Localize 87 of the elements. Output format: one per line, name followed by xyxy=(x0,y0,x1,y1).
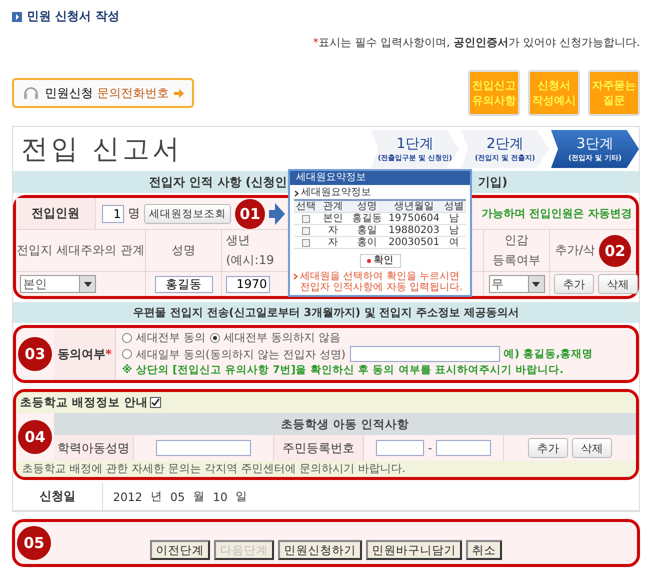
popup-column-header: 선택 xyxy=(296,202,316,212)
popup-checkbox[interactable] xyxy=(302,238,310,246)
column-header: 성명 xyxy=(146,230,222,271)
popup-cell: 본인 xyxy=(323,214,343,224)
id-back-field[interactable] xyxy=(436,440,492,456)
delete-button[interactable]: 삭제 xyxy=(572,438,612,458)
popup-checkbox[interactable] xyxy=(302,226,310,234)
step-marker: 01 xyxy=(235,198,265,228)
step-marker: 03 xyxy=(18,337,52,371)
child-name-field[interactable] xyxy=(156,440,251,456)
contact-button[interactable]: 민원신청 문의전화번호 xyxy=(12,78,194,108)
name-input-field[interactable] xyxy=(350,346,500,362)
date-value: 2012 년 05 월 10 일 xyxy=(112,488,248,506)
lookup-button[interactable]: 세대원정보조회 xyxy=(144,204,231,224)
field-label: 신청일 xyxy=(13,483,103,510)
birth-field[interactable]: 1970 xyxy=(226,276,270,292)
popup-note: 세대원을 선택하여 확인을 누르시면 전입자 인적사항에 자동 입력됩니다. xyxy=(300,271,464,293)
popup-subtitle: 세대원요약정보 xyxy=(301,187,371,198)
delete-button[interactable]: 삭제 xyxy=(598,274,638,294)
add-button[interactable]: 추가 xyxy=(554,274,594,294)
popup-cell: 홍이 xyxy=(357,238,377,248)
separator-text: - xyxy=(428,441,432,455)
popup-cell: 자 xyxy=(328,238,338,248)
step-marker: 05 xyxy=(17,526,51,560)
arrow-icon xyxy=(269,202,285,224)
checkbox[interactable] xyxy=(150,397,162,408)
popup-cell: 19750604 xyxy=(388,214,440,224)
chevron-icon xyxy=(293,273,298,280)
page-title: 민원 신청서 작성 xyxy=(27,8,120,25)
popup-cell: 19880203 xyxy=(388,226,440,236)
popup-column-header: 성별 xyxy=(444,202,464,212)
action-button[interactable]: 민원신청하기 xyxy=(278,540,362,560)
form-title: 전입 신고서 xyxy=(21,133,183,167)
confirm-button[interactable]: 확인 xyxy=(360,254,400,268)
info-text: 가능하며 전입인원은 자동변경 xyxy=(481,206,633,221)
dropdown-caret[interactable] xyxy=(528,276,544,292)
popup-column-header: 관계 xyxy=(323,202,343,212)
section-heading-text: 기입) xyxy=(478,174,508,190)
info-text: 초등학교 배정에 관한 자세한 문의는 각지역 주민센터에 문의하시기 바랍니다. xyxy=(16,461,636,477)
consent-note: ※ 상단의 [전입신고 유의사항 7번]을 확인하신 후 동의 여부를 표시하여주시기 바랍니다. xyxy=(122,363,565,378)
chevron-icon xyxy=(294,190,299,197)
action-button[interactable]: 취소 xyxy=(466,540,502,560)
dropdown-caret[interactable] xyxy=(79,276,95,292)
name-field[interactable]: 홍길동 xyxy=(154,276,212,292)
section-heading: 우편물 전입지 전송(신고일로부터 3개월까지) 및 전입지 주소정보 제공동의서 xyxy=(13,302,639,323)
count-field[interactable]: 1 xyxy=(102,204,124,222)
action-button[interactable]: 이전단계 xyxy=(150,540,210,560)
headset-icon xyxy=(22,84,40,102)
step-marker: 04 xyxy=(18,420,52,454)
field-label: 전입인원 xyxy=(16,198,96,229)
step-marker: 02 xyxy=(599,234,632,266)
bullet-icon xyxy=(12,12,22,22)
relation-select[interactable]: 본인 xyxy=(20,275,96,293)
example-text: 예) 홍길동,홍재명 xyxy=(504,346,594,362)
popup-cell: 홍길동 xyxy=(352,214,382,224)
column-header: 인감 등록여부 xyxy=(484,230,550,271)
add-button[interactable]: 추가 xyxy=(528,438,568,458)
radio-button[interactable] xyxy=(122,332,132,342)
seal-select[interactable]: 무 xyxy=(488,275,544,293)
column-header: 추가/삭 xyxy=(554,242,596,259)
radio-button[interactable] xyxy=(122,349,132,359)
option-label: 세대일부 동의(동의하지 않는 전입자 성명) xyxy=(136,346,346,362)
popup-cell: 자 xyxy=(328,226,338,236)
unit-label: 명 xyxy=(128,205,140,222)
id-front-field[interactable] xyxy=(376,440,424,456)
action-button[interactable]: 민원바구니담기 xyxy=(366,540,462,560)
notice-text: *표시는 필수 입력사항이며, 공인인증서가 있어야 신청가능합니다. xyxy=(312,35,640,50)
popup-cell: 남 xyxy=(449,214,459,224)
radio-button[interactable] xyxy=(210,332,220,342)
popup-cell: 홍일 xyxy=(357,226,377,236)
option-label: 세대전부 동의 xyxy=(136,330,206,345)
arrow-icon xyxy=(174,88,184,98)
section-heading-text: 전입자 인적 사항 (신청인 xyxy=(148,174,287,190)
subsection-heading: 초등학생 아동 인적사항 xyxy=(54,413,636,435)
field-label: 학력아동성명 xyxy=(54,435,134,461)
popup-title: 세대원요약정보 xyxy=(290,171,470,185)
popup-cell: 여 xyxy=(449,238,459,248)
section-title: 초등학교 배정정보 안내 xyxy=(20,395,148,410)
popup-column-header: 생년월일 xyxy=(394,202,434,212)
popup-checkbox[interactable] xyxy=(302,214,310,222)
option-label: 세대전부 동의하지 않음 xyxy=(224,330,340,345)
field-label: 주민등록번호 xyxy=(274,435,364,461)
popup-column-header: 성명 xyxy=(357,202,377,212)
field-label: 동의여부* xyxy=(54,328,116,380)
popup-cell: 남 xyxy=(449,226,459,236)
popup-cell: 20030501 xyxy=(388,238,440,248)
column-header: 전입지 세대주와의 관계 xyxy=(16,230,146,271)
